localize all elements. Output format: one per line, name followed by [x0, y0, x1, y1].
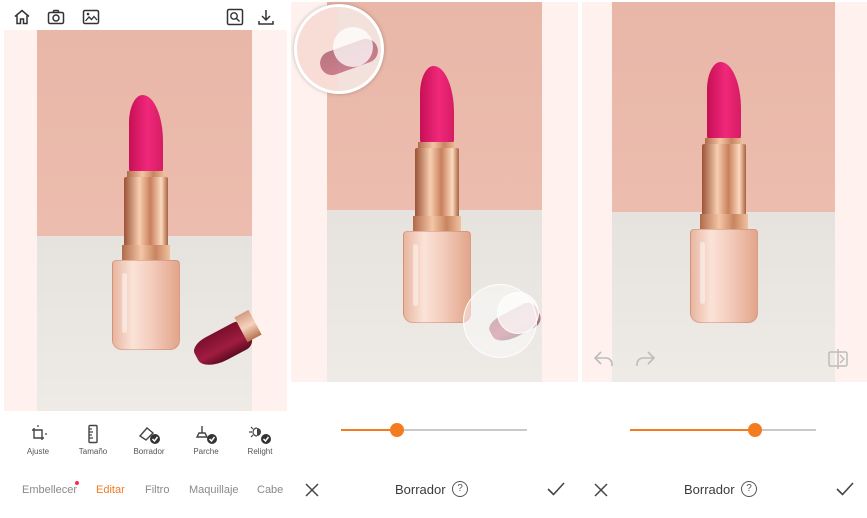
photo-left-margin: [4, 30, 37, 411]
nav-filtro[interactable]: Filtro: [145, 484, 169, 496]
photo-canvas[interactable]: [582, 2, 867, 382]
tool-tamano[interactable]: Tamaño: [73, 424, 113, 456]
nav-maquillaje[interactable]: Maquillaje: [189, 484, 239, 496]
lipstick: [688, 62, 758, 324]
help-icon[interactable]: ?: [741, 481, 757, 497]
tool-tamano-label: Tamaño: [78, 447, 108, 456]
eraser-icon: [137, 424, 177, 444]
brush-size-fill: [341, 429, 397, 431]
nav-cabello[interactable]: Cabe: [257, 484, 283, 496]
camera-icon[interactable]: [47, 8, 65, 26]
lipstick: [110, 95, 180, 350]
eraser-screen-brushing: Borrador ?: [291, 0, 578, 518]
eraser-screen-result: Borrador ?: [582, 0, 867, 518]
close-icon[interactable]: [304, 482, 320, 498]
photo-right-margin: [542, 2, 578, 382]
brush-size-thumb[interactable]: [748, 423, 762, 437]
brush-size-thumb[interactable]: [390, 423, 404, 437]
home-icon[interactable]: [13, 8, 31, 26]
help-icon[interactable]: ?: [452, 481, 468, 497]
nav-embellecer[interactable]: Embellecer: [22, 484, 77, 496]
compare-icon[interactable]: [827, 348, 849, 370]
brush-cursor[interactable]: [497, 292, 539, 334]
photo-right-margin: [252, 30, 287, 411]
tool-parche-label: Parche: [193, 447, 219, 456]
brush-size-fill: [630, 429, 756, 431]
tool-parche[interactable]: Parche: [186, 424, 226, 456]
eraser-title: Borrador: [395, 482, 446, 497]
search-zoom-icon[interactable]: [226, 8, 244, 26]
relight-icon: [248, 424, 287, 444]
tool-ajuste-label: Ajuste: [26, 447, 50, 456]
tool-borrador[interactable]: Borrador: [129, 424, 169, 456]
confirm-check-icon[interactable]: [836, 481, 854, 497]
adjust-icon: [28, 424, 68, 444]
lipstick: [401, 66, 471, 324]
tool-borrador-label: Borrador: [133, 447, 165, 456]
close-icon[interactable]: [593, 482, 609, 498]
photo-left-margin: [582, 2, 612, 382]
magnifier-loupe: [294, 4, 384, 94]
download-icon[interactable]: [257, 8, 275, 26]
photo-canvas[interactable]: [4, 30, 287, 411]
edit-screen: Ajuste Tamaño Borrador Parche Relight Em…: [0, 0, 287, 518]
tool-relight-label: Relight: [247, 447, 273, 456]
undo-icon[interactable]: [593, 350, 615, 368]
tool-ajuste[interactable]: Ajuste: [18, 424, 58, 456]
confirm-check-icon[interactable]: [547, 481, 565, 497]
tool-relight[interactable]: Relight: [240, 424, 280, 456]
photo-right-margin: [835, 2, 867, 382]
nav-editar[interactable]: Editar: [96, 484, 125, 496]
image-compare-icon[interactable]: [82, 8, 100, 26]
nav-badge-dot: [75, 481, 79, 485]
eraser-title: Borrador: [684, 482, 735, 497]
patch-icon: [194, 424, 234, 444]
redo-icon[interactable]: [634, 350, 656, 368]
ruler-icon: [83, 424, 123, 444]
